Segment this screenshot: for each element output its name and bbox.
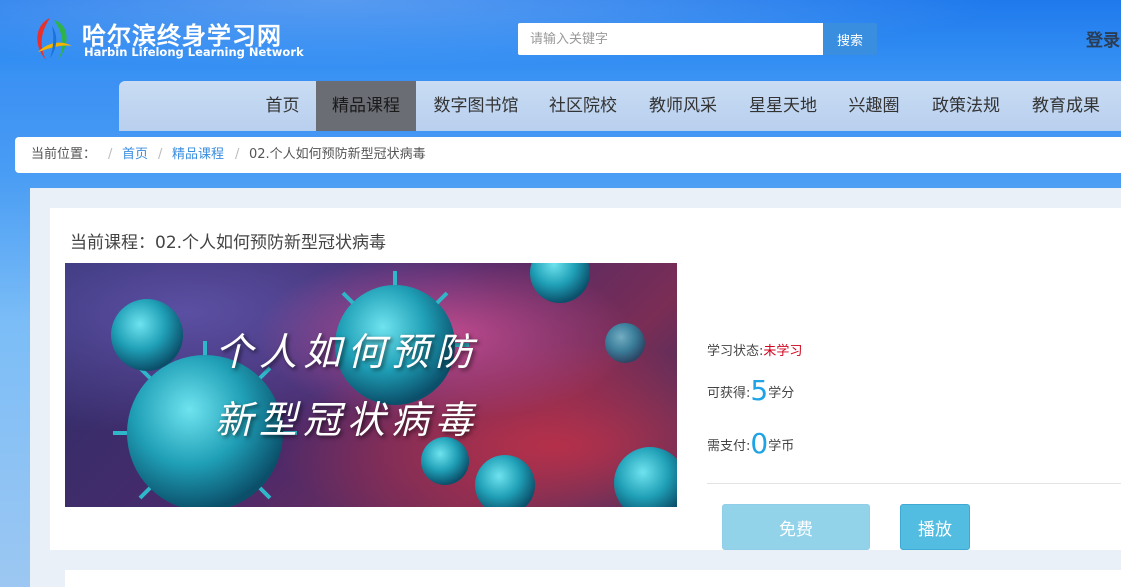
cost-label: 需支付: (707, 439, 751, 454)
divider (707, 483, 1121, 484)
nav-item-policies[interactable]: 政策法规 (922, 81, 1010, 131)
course-title: 当前课程：02.个人如何预防新型冠状病毒 (70, 233, 387, 253)
course-cover-image[interactable]: 个人如何预防 新型冠状病毒 (65, 263, 677, 507)
nav-item-home[interactable]: 首页 (250, 81, 315, 131)
breadcrumb-separator: / (108, 147, 113, 162)
cost-value: 0 (750, 427, 769, 460)
nav-item-stars[interactable]: 星星天地 (739, 81, 827, 131)
nav-item-achievements[interactable]: 教育成果 (1022, 81, 1110, 131)
nav-item-schools[interactable]: 社区院校 (539, 81, 627, 131)
breadcrumb: 当前位置： / 首页 / 精品课程 / 02.个人如何预防新型冠状病毒 (15, 137, 1121, 173)
cover-text-line1: 个人如何预防 (215, 330, 480, 374)
breadcrumb-home[interactable]: 首页 (122, 137, 148, 173)
main-nav: 首页 精品课程 数字图书馆 社区院校 教师风采 星星天地 兴趣圈 政策法规 教育… (119, 81, 1121, 131)
virus-illustration (111, 263, 677, 507)
credits-unit: 学分 (768, 386, 795, 401)
breadcrumb-prefix: 当前位置： (31, 147, 97, 162)
study-status-label: 学习状态: (707, 344, 764, 359)
logo-title-en: Harbin Lifelong Learning Network (84, 45, 304, 59)
breadcrumb-separator: / (158, 147, 163, 162)
breadcrumb-category[interactable]: 精品课程 (172, 137, 224, 173)
study-status-value: 未学习 (763, 344, 803, 359)
nav-item-teachers[interactable]: 教师风采 (639, 81, 727, 131)
cost-unit: 学币 (768, 439, 795, 454)
play-button[interactable]: 播放 (900, 504, 970, 550)
login-link[interactable]: 登录 (1086, 26, 1120, 51)
search-button[interactable]: 搜索 (823, 23, 877, 55)
breadcrumb-separator: / (235, 147, 240, 162)
nav-item-courses[interactable]: 精品课程 (316, 81, 416, 131)
next-section-card (65, 570, 1121, 587)
nav-item-interests[interactable]: 兴趣圈 (838, 81, 910, 131)
logo-icon (37, 18, 72, 60)
credits-label: 可获得: (707, 386, 751, 401)
site-logo[interactable]: 哈尔滨终身学习网 Harbin Lifelong Learning Networ… (28, 14, 304, 66)
free-button[interactable]: 免费 (722, 504, 870, 550)
study-status: 学习状态:未学习 (707, 340, 802, 359)
cost-info: 需支付:0学币 (707, 427, 794, 460)
cover-text-line2: 新型冠状病毒 (215, 398, 480, 442)
nav-item-library[interactable]: 数字图书馆 (421, 81, 531, 131)
credits-info: 可获得:5学分 (707, 374, 794, 407)
credits-value: 5 (750, 374, 769, 407)
breadcrumb-current: 02.个人如何预防新型冠状病毒 (249, 147, 426, 162)
site-header: 哈尔滨终身学习网 Harbin Lifelong Learning Networ… (0, 0, 1121, 80)
search-input[interactable] (518, 23, 823, 55)
